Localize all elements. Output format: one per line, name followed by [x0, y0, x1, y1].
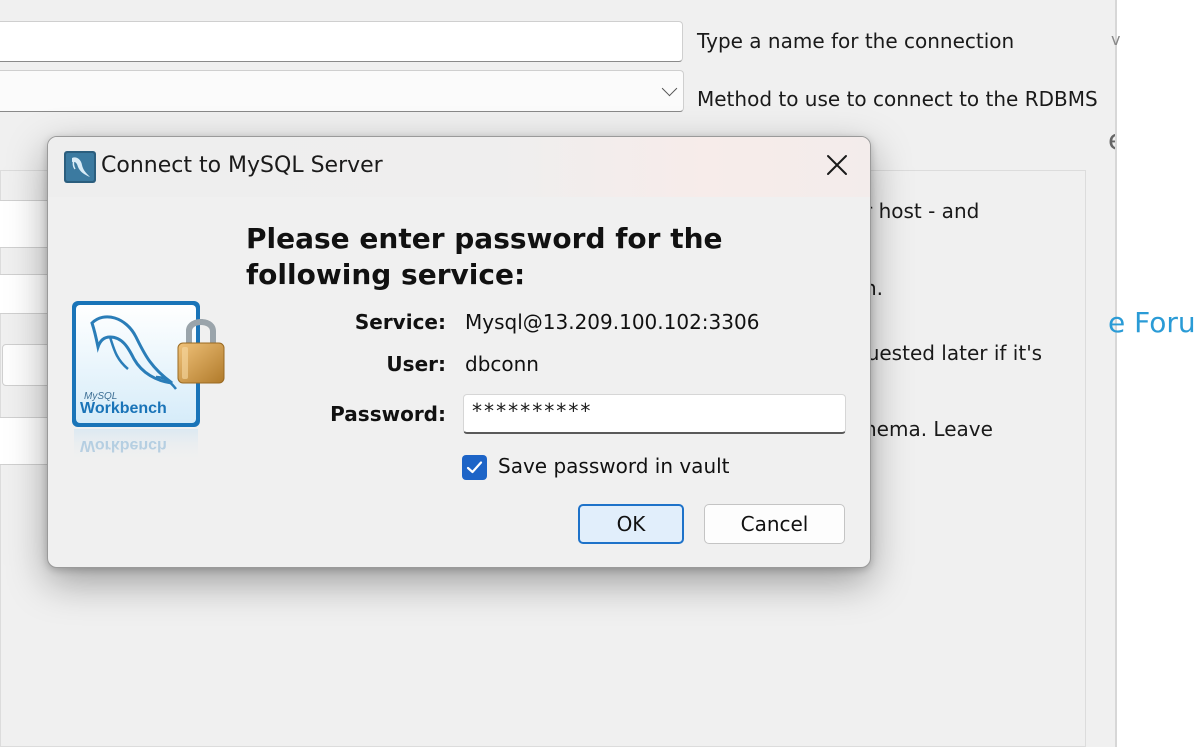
hostname-field[interactable]	[0, 200, 52, 248]
workbench-app-icon	[64, 151, 96, 183]
checkmark-icon	[466, 461, 483, 474]
close-icon	[827, 155, 847, 175]
mysql-workbench-lock-logo: MySQL Workbench Workbench	[72, 301, 225, 463]
dialog-heading: Please enter password for the following …	[246, 222, 723, 291]
connection-name-input[interactable]	[0, 21, 683, 62]
hostname-description: r host - and	[864, 199, 980, 223]
ok-button[interactable]: OK	[578, 504, 684, 544]
logo-reflection: Workbench	[80, 437, 167, 454]
service-value: Mysql@13.209.100.102:3306	[465, 310, 760, 334]
forum-link[interactable]: e Forur	[1108, 306, 1196, 339]
password-label: Password:	[330, 402, 446, 426]
user-value: dbconn	[465, 352, 539, 376]
connection-name-hint: Type a name for the connection	[697, 29, 1015, 53]
connection-method-hint: Method to use to connect to the RDBMS	[697, 87, 1098, 111]
top-right-fragment: v	[1111, 30, 1121, 49]
service-label: Service:	[354, 310, 446, 334]
save-password-checkbox[interactable]	[462, 455, 487, 480]
password-description: quested later if it's	[854, 341, 1043, 365]
logo-text-workbench: Workbench	[80, 400, 167, 417]
save-password-label[interactable]: Save password in vault	[498, 454, 730, 478]
chevron-down-icon	[661, 80, 678, 97]
default-schema-field[interactable]	[0, 417, 52, 465]
dialog-title: Connect to MySQL Server	[101, 153, 383, 178]
password-input[interactable]: **********	[463, 394, 846, 434]
connect-to-mysql-dialog: Connect to MySQL Server MySQL Workbench …	[47, 136, 871, 568]
schema-description: hema. Leave	[864, 417, 993, 441]
cancel-button[interactable]: Cancel	[704, 504, 845, 544]
right-panel: v e Forur	[1108, 0, 1196, 747]
username-field[interactable]	[0, 274, 52, 314]
close-button[interactable]	[804, 137, 870, 195]
connection-method-select[interactable]	[0, 70, 684, 112]
dialog-titlebar: Connect to MySQL Server	[48, 137, 870, 197]
store-in-vault-button[interactable]	[2, 344, 52, 386]
user-label: User:	[386, 352, 446, 376]
